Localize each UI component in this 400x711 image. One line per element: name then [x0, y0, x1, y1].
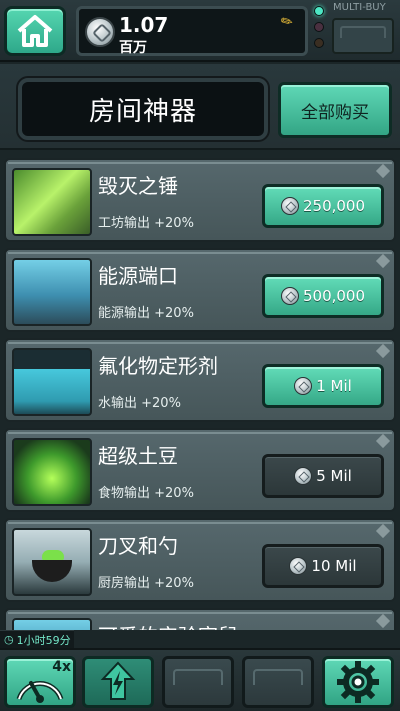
rivet-decoration — [375, 433, 391, 449]
buy-button[interactable]: 1 Mil — [262, 364, 384, 408]
buy-all-button[interactable]: 全部购买 — [278, 82, 392, 138]
item-name: 刀叉和勺 — [98, 534, 178, 558]
item-name: 超级土豆 — [98, 444, 178, 468]
item-name: 能源端口 — [98, 264, 178, 288]
item-bonus: 工坊输出 +20% — [98, 216, 194, 231]
price-label: 10 Mil — [311, 557, 357, 575]
item-name: 氟化物定形剂 — [98, 354, 218, 378]
bottom-nav: 4x — [0, 648, 400, 711]
item-bonus: 能源输出 +20% — [98, 306, 194, 321]
rivet-decoration — [375, 613, 391, 629]
page-header: 房间神器 全部购买 — [0, 64, 400, 150]
page-title: 房间神器 — [88, 96, 197, 127]
indicator-light — [314, 22, 324, 32]
item-bonus: 水输出 +20% — [98, 396, 181, 411]
buy-button[interactable]: 10 Mil — [262, 544, 384, 588]
rivet-decoration — [375, 253, 391, 269]
coin-icon — [289, 557, 308, 575]
lab-rat-image — [12, 618, 92, 630]
rivet-decoration — [375, 163, 391, 179]
rivet-decoration — [375, 343, 391, 359]
rivet-decoration — [375, 523, 391, 539]
list-item: 毁灭之锤 工坊输出 +20% 250,000 — [4, 158, 396, 242]
indicator-lights — [314, 6, 326, 54]
buy-button[interactable]: 250,000 — [262, 184, 384, 228]
home-icon — [17, 15, 53, 47]
upgrade-tab-button[interactable] — [82, 656, 154, 708]
empty-slot-button[interactable] — [162, 656, 234, 708]
list-item: 超级土豆 食物输出 +20% 5 Mil — [4, 428, 396, 512]
coin-icon — [294, 467, 313, 485]
top-bar: 1.07 百万 ✎ MULTI-BUY — [0, 0, 400, 62]
item-name: 毁灭之锤 — [98, 174, 178, 198]
speed-boost-button[interactable]: 4x — [4, 656, 76, 708]
list-item: 能源端口 能源输出 +20% 500,000 — [4, 248, 396, 332]
empty-slot-frame — [173, 669, 223, 685]
currency-value: 1.07 — [119, 13, 169, 37]
multibuy-toggle[interactable] — [332, 18, 394, 54]
boost-multiplier-badge: 4x — [52, 659, 71, 675]
buy-button[interactable]: 5 Mil — [262, 454, 384, 498]
currency-panel: 1.07 百万 ✎ — [76, 6, 308, 56]
boost-timer: ◷ 1小时59分 — [0, 630, 74, 648]
coin-icon — [294, 377, 313, 395]
price-label: 1 Mil — [316, 377, 352, 395]
currency-unit: 百万 — [119, 40, 147, 56]
super-potato-image — [12, 438, 92, 506]
item-bonus: 食物输出 +20% — [98, 486, 194, 501]
coin-icon — [280, 197, 299, 215]
pencil-icon[interactable]: ✎ — [278, 10, 300, 32]
clock-icon: ◷ — [4, 633, 14, 646]
empty-slot-frame — [253, 669, 303, 685]
fluoride-stabilizer-image — [12, 348, 92, 416]
lightning-up-icon — [100, 661, 136, 700]
coin-icon — [280, 287, 299, 305]
energy-port-image — [12, 258, 92, 326]
page-title-frame: 房间神器 — [18, 78, 268, 140]
home-button[interactable] — [4, 6, 66, 56]
price-label: 500,000 — [302, 287, 366, 305]
empty-slot-button[interactable] — [242, 656, 314, 708]
indicator-light — [314, 6, 324, 16]
item-name: 可爱的实验室鼠 — [98, 620, 238, 630]
indicator-light — [314, 38, 324, 48]
list-item: 刀叉和勺 厨房输出 +20% 10 Mil — [4, 518, 396, 602]
coin-icon — [85, 17, 115, 47]
boost-timer-text: 1小时59分 — [16, 633, 71, 647]
item-bonus: 厨房输出 +20% — [98, 576, 194, 591]
list-item: 可爱的实验室鼠 — [4, 608, 396, 630]
price-label: 250,000 — [302, 197, 366, 215]
artifact-list[interactable]: 毁灭之锤 工坊输出 +20% 250,000 能源端口 能源输出 +20% 50… — [0, 152, 400, 630]
multibuy-label: MULTI-BUY — [333, 2, 386, 13]
knife-fork-spoon-image — [12, 528, 92, 596]
list-item: 氟化物定形剂 水输出 +20% 1 Mil — [4, 338, 396, 422]
price-label: 5 Mil — [316, 467, 352, 485]
gear-icon — [337, 661, 379, 703]
buy-all-label: 全部购买 — [301, 102, 369, 123]
buy-button[interactable]: 500,000 — [262, 274, 384, 318]
settings-button[interactable] — [322, 656, 394, 708]
hammer-of-destruction-image — [12, 168, 92, 236]
